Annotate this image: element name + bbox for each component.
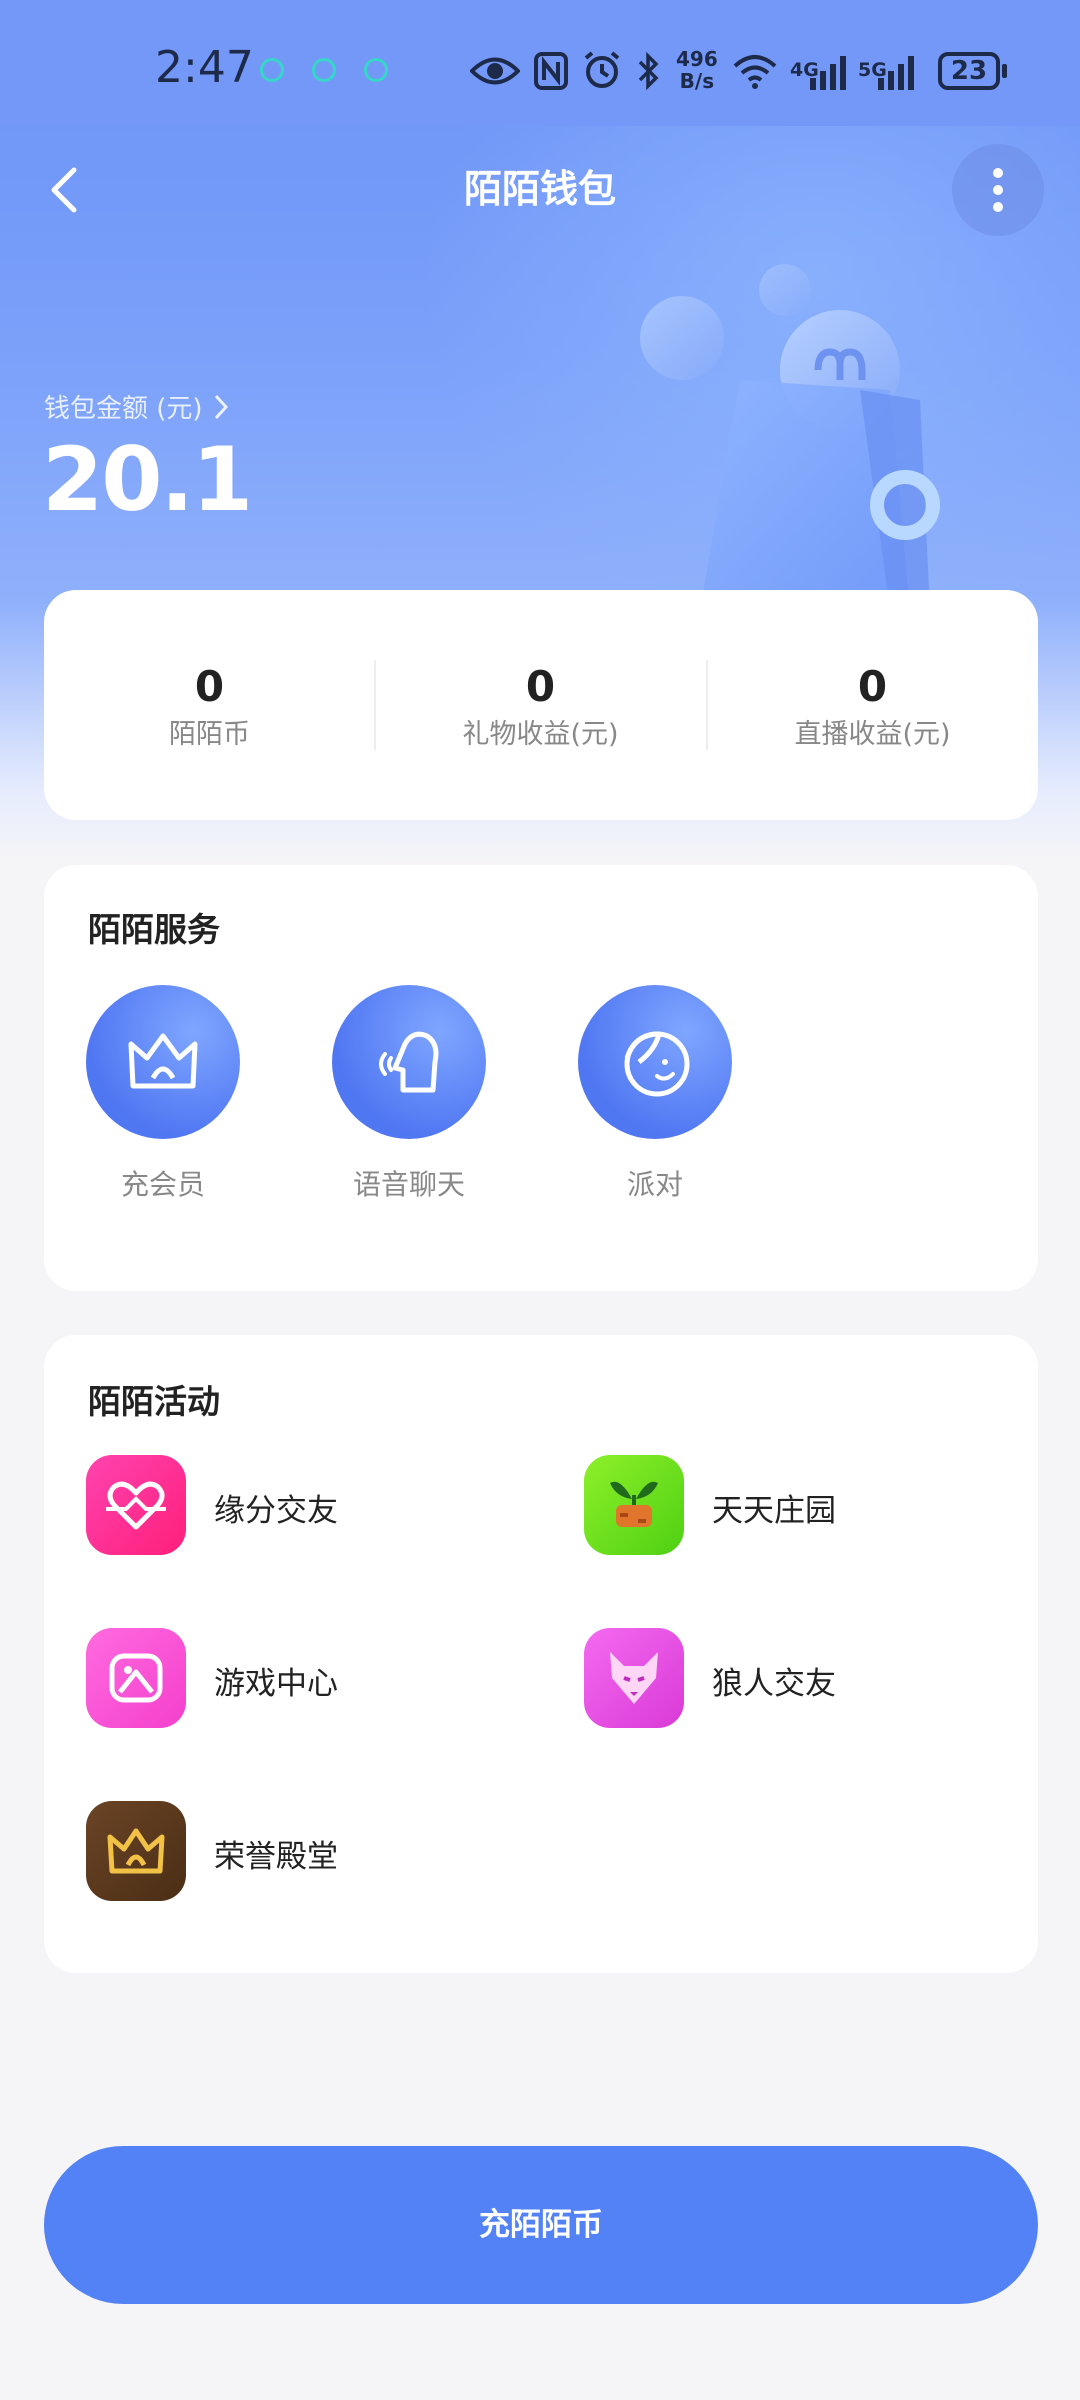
balance-label[interactable]: 钱包金额 (元) bbox=[44, 388, 203, 425]
activity-label: 荣誉殿堂 bbox=[214, 1839, 338, 1875]
activity-label: 天天庄园 bbox=[712, 1493, 836, 1529]
activity-icon-bg bbox=[584, 1628, 684, 1728]
stat-value: 0 bbox=[194, 662, 225, 711]
service-label: 语音聊天 bbox=[352, 1168, 465, 1201]
activity-game-center[interactable]: 游戏中心 bbox=[86, 1628, 506, 1728]
service-label: 充会员 bbox=[120, 1168, 205, 1201]
network-speed: 496 B/s bbox=[676, 48, 718, 92]
more-options-button[interactable] bbox=[952, 144, 1044, 236]
activity-icon-bg bbox=[86, 1628, 186, 1728]
wifi-icon bbox=[733, 55, 777, 89]
eye-icon bbox=[470, 57, 520, 85]
network-speed-unit: B/s bbox=[679, 69, 715, 93]
activity-werewolf[interactable]: 狼人交友 bbox=[584, 1628, 1004, 1728]
sprout-icon bbox=[610, 1481, 658, 1527]
notification-at-icon bbox=[364, 58, 388, 82]
services-title: 陌陌服务 bbox=[88, 910, 220, 949]
service-icon-circle bbox=[86, 985, 240, 1139]
heart-icon bbox=[106, 1481, 166, 1530]
stat-label: 礼物收益(元) bbox=[462, 719, 619, 750]
activity-label: 游戏中心 bbox=[214, 1666, 338, 1702]
nfc-icon bbox=[534, 52, 568, 90]
alarm-icon bbox=[584, 51, 620, 88]
crown-icon bbox=[107, 1828, 165, 1874]
activity-hall-of-honor[interactable]: 荣誉殿堂 bbox=[86, 1801, 506, 1901]
gamepad-icon bbox=[109, 1653, 163, 1703]
chevron-right-icon[interactable] bbox=[210, 390, 232, 424]
page-title: 陌陌钱包 bbox=[463, 167, 616, 211]
status-time: 2:47 bbox=[155, 42, 254, 93]
balance-amount: 20.1 bbox=[42, 428, 253, 531]
more-dot bbox=[993, 168, 1003, 178]
service-voice-chat[interactable]: 语音聊天 bbox=[299, 985, 519, 1203]
activities-title: 陌陌活动 bbox=[88, 1382, 220, 1421]
bluetooth-icon bbox=[638, 52, 659, 90]
network-speed-value: 496 bbox=[676, 47, 718, 71]
status-bar: 2:47 496 B/s 4G 5G 23 bbox=[0, 0, 1080, 126]
activity-icon-bg bbox=[584, 1455, 684, 1555]
crown-icon bbox=[128, 1033, 198, 1089]
more-dot bbox=[993, 202, 1003, 212]
service-vip[interactable]: 充会员 bbox=[53, 985, 273, 1203]
stat-label: 直播收益(元) bbox=[794, 719, 951, 750]
activity-fate-friends[interactable]: 缘分交友 bbox=[86, 1455, 506, 1555]
stat-label: 陌陌币 bbox=[169, 719, 250, 750]
service-icon-circle bbox=[578, 985, 732, 1139]
signal-bars-5g-icon bbox=[878, 56, 914, 90]
service-icon-circle bbox=[332, 985, 486, 1139]
services-card: 陌陌服务 充会员 语音聊天 派对 bbox=[44, 865, 1038, 1291]
notification-dot-icon bbox=[260, 58, 284, 82]
service-party[interactable]: 派对 bbox=[545, 985, 765, 1203]
more-dot bbox=[993, 185, 1003, 195]
activity-daily-farm[interactable]: 天天庄园 bbox=[584, 1455, 1004, 1555]
service-label: 派对 bbox=[626, 1168, 683, 1201]
battery-indicator: 23 bbox=[938, 52, 1000, 90]
signal-bars-4g-icon bbox=[810, 56, 846, 90]
activity-icon-bg bbox=[86, 1455, 186, 1555]
wolf-icon bbox=[610, 1652, 658, 1704]
activities-card: 陌陌活动 缘分交友 天天庄园 游戏中心 狼人交友 荣誉殿堂 bbox=[44, 1335, 1038, 1973]
party-face-icon bbox=[624, 1031, 690, 1097]
stat-momo-coins[interactable]: 0 陌陌币 bbox=[44, 590, 375, 820]
recharge-coins-button[interactable]: 充陌陌币 bbox=[44, 2146, 1038, 2304]
stat-value: 0 bbox=[857, 662, 888, 711]
stat-value: 0 bbox=[525, 662, 556, 711]
notification-globe-icon bbox=[312, 58, 336, 82]
stat-live-income[interactable]: 0 直播收益(元) bbox=[707, 590, 1038, 820]
activity-label: 狼人交友 bbox=[712, 1666, 836, 1702]
stat-gift-income[interactable]: 0 礼物收益(元) bbox=[375, 590, 706, 820]
activity-icon-bg bbox=[86, 1801, 186, 1901]
stats-card: 0 陌陌币 0 礼物收益(元) 0 直播收益(元) bbox=[44, 590, 1038, 820]
voice-chat-icon bbox=[379, 1031, 439, 1093]
wallet-illustration-icon bbox=[640, 264, 940, 610]
activity-label: 缘分交友 bbox=[214, 1493, 338, 1529]
battery-tip bbox=[1002, 64, 1007, 78]
